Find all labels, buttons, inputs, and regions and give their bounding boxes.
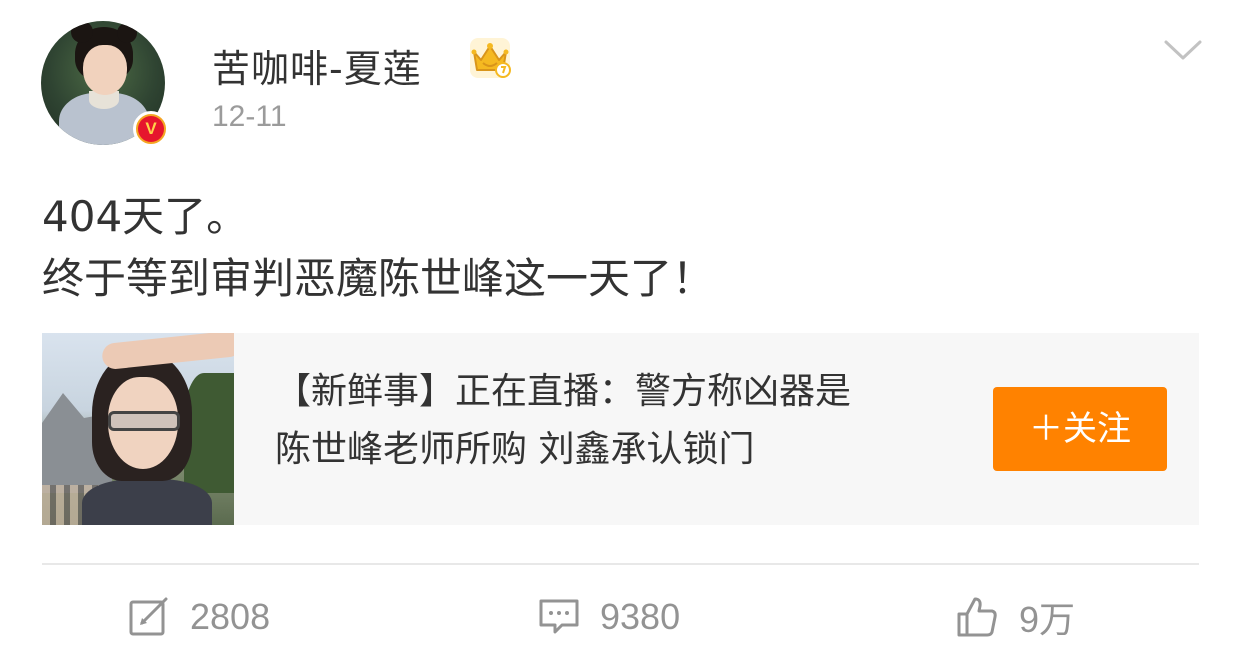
like-button[interactable]: 9万: [955, 592, 1075, 642]
card-thumbnail-image: [42, 333, 234, 525]
comment-icon: [539, 599, 579, 634]
repost-button[interactable]: 2808: [128, 592, 270, 642]
author-name[interactable]: 苦咖啡-夏莲: [212, 38, 422, 93]
comment-count: 9380: [600, 596, 681, 637]
follow-button[interactable]: ＋关注: [993, 387, 1167, 471]
chevron-down-icon[interactable]: [1163, 38, 1203, 62]
post-body-text: 404天了。 终于等到审判恶魔陈世峰这一天了！: [42, 186, 714, 310]
card-title-line: 陈世峰老师所购 刘鑫承认锁门: [275, 429, 755, 470]
like-count: 9万: [1019, 599, 1076, 640]
linked-news-card[interactable]: 【新鲜事】正在直播：警方称凶器是 陈世峰老师所购 刘鑫承认锁门 ＋关注: [42, 333, 1199, 525]
repost-count: 2808: [190, 596, 271, 637]
author-avatar[interactable]: V: [41, 21, 169, 149]
comment-button[interactable]: 9380: [538, 592, 680, 642]
verified-badge-label: V: [138, 116, 164, 142]
repost-icon: [129, 597, 168, 636]
post-text-line: 404天了。: [42, 192, 249, 241]
card-title-line: 【新鲜事】正在直播：警方称凶器是: [275, 371, 852, 412]
crown-icon: [470, 38, 511, 78]
card-title: 【新鲜事】正在直播：警方称凶器是 陈世峰老师所购 刘鑫承认锁门: [275, 363, 975, 479]
post-text-line: 终于等到审判恶魔陈世峰这一天了！: [42, 254, 715, 303]
weibo-post: V 苦咖啡-夏莲 12-11 404天了。 终于等到审判恶魔陈世峰这一天了！ 【…: [0, 0, 1242, 665]
post-date: 12-11: [212, 100, 287, 133]
verified-badge-icon: V: [133, 111, 169, 147]
divider: [42, 563, 1199, 565]
thumbs-up-icon: [957, 597, 997, 637]
